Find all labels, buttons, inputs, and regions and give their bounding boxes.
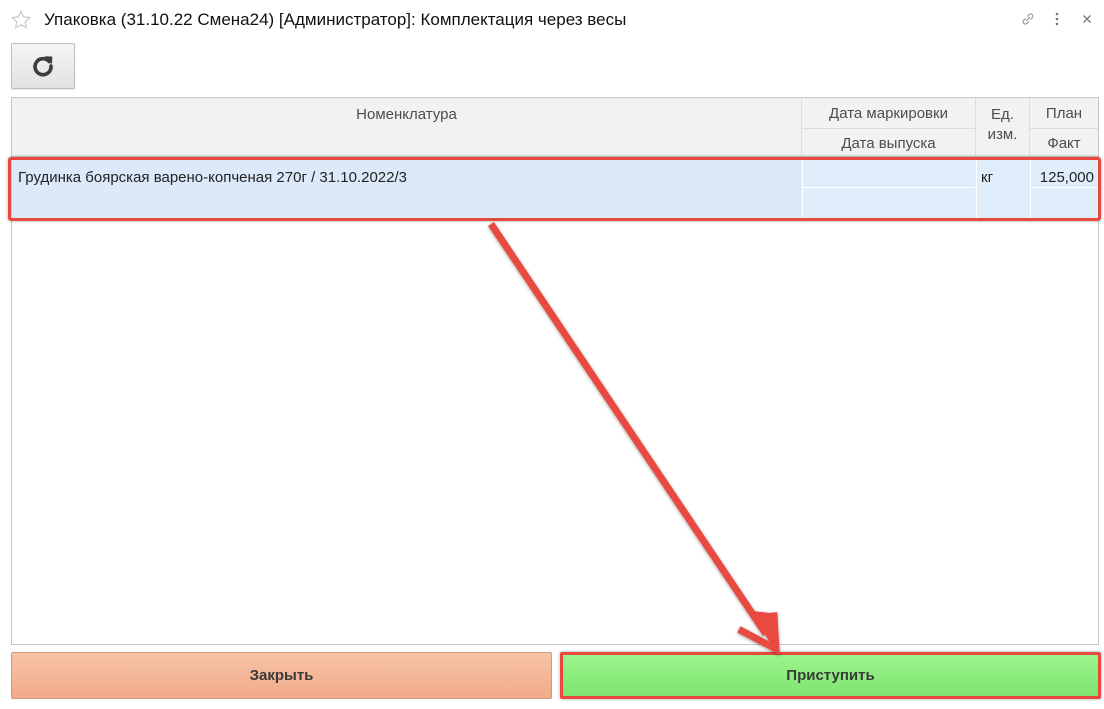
- header-unit[interactable]: Ед. изм.: [976, 98, 1029, 157]
- cell-unit[interactable]: кг: [976, 157, 1029, 218]
- cell-unit-text: кг: [981, 169, 994, 186]
- start-button[interactable]: Приступить: [560, 652, 1101, 699]
- header-marking-date[interactable]: Дата маркировки: [802, 98, 975, 128]
- row-divider: [1030, 187, 1098, 188]
- close-button[interactable]: Закрыть: [11, 652, 552, 699]
- items-table: Номенклатура Дата маркировки Дата выпуск…: [11, 97, 1099, 645]
- header-nomenclature[interactable]: Номенклатура: [12, 98, 801, 157]
- cell-nomenclature[interactable]: Грудинка боярская варено-копченая 270г /…: [12, 157, 801, 218]
- close-icon[interactable]: [1077, 9, 1097, 29]
- refresh-icon: [33, 56, 53, 77]
- title-bar: Упаковка (31.10.22 Смена24) [Администрат…: [0, 0, 1104, 40]
- header-unit-top: Ед.: [991, 106, 1014, 123]
- refresh-button[interactable]: [11, 43, 75, 89]
- link-icon[interactable]: [1018, 9, 1038, 29]
- star-icon[interactable]: [10, 9, 32, 31]
- cell-plan-text: 125,000: [1039, 169, 1094, 186]
- header-unit-bottom: изм.: [987, 126, 1018, 143]
- row-divider: [802, 187, 975, 188]
- header-plan[interactable]: План: [1030, 98, 1098, 128]
- cell-nomenclature-text: Грудинка боярская варено-копченая 270г /…: [18, 169, 407, 186]
- header-fact[interactable]: Факт: [1030, 129, 1098, 157]
- header-divider: [802, 128, 975, 129]
- window-title: Упаковка (31.10.22 Смена24) [Администрат…: [44, 10, 627, 29]
- header-divider: [1030, 128, 1098, 129]
- table-row[interactable]: Грудинка боярская варено-копченая 270г /…: [12, 157, 1098, 218]
- header-divider: [975, 98, 976, 157]
- more-vertical-icon[interactable]: [1047, 9, 1067, 29]
- header-release-date[interactable]: Дата выпуска: [802, 129, 975, 157]
